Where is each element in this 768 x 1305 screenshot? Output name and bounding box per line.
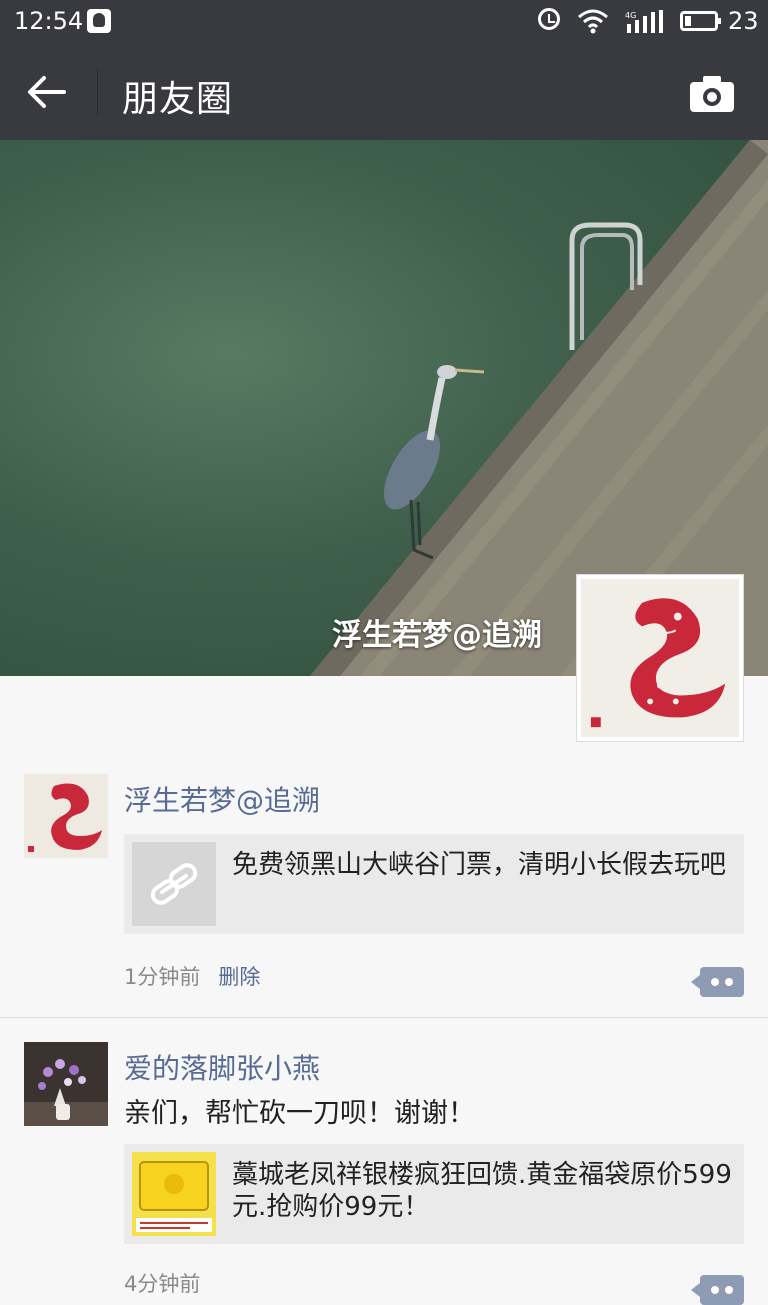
poster-name[interactable]: 浮生若梦@追溯 bbox=[124, 779, 320, 819]
network-type: 4G bbox=[625, 11, 636, 20]
flower-vase-avatar-image bbox=[24, 1042, 108, 1126]
wifi-icon bbox=[578, 9, 608, 34]
poster-avatar[interactable] bbox=[24, 1042, 108, 1126]
paper-cut-snake-image bbox=[581, 579, 739, 737]
poster-name[interactable]: 爱的落脚张小燕 bbox=[124, 1047, 320, 1087]
back-button[interactable] bbox=[22, 72, 72, 112]
my-avatar[interactable] bbox=[576, 574, 744, 742]
signal-icon: 4G bbox=[625, 10, 663, 33]
post-text: 亲们，帮忙砍一刀呗！谢谢！ bbox=[124, 1098, 475, 1129]
shared-link-card[interactable]: 藁城老凤祥银楼疯狂回馈.黄金福袋原价599元.抢购价99元！ bbox=[124, 1144, 744, 1244]
post-time: 1分钟前 bbox=[124, 965, 201, 989]
post-time: 4分钟前 bbox=[124, 1272, 201, 1296]
link-thumbnail bbox=[132, 842, 216, 926]
status-time: 12:54 bbox=[14, 7, 84, 35]
poster-avatar[interactable] bbox=[24, 774, 108, 858]
dot-icon bbox=[725, 1286, 733, 1294]
dot-icon bbox=[711, 1286, 719, 1294]
paper-cut-snake-avatar-image bbox=[24, 774, 108, 858]
dot-icon bbox=[711, 978, 719, 986]
comment-button[interactable] bbox=[691, 967, 744, 997]
cover-user-name: 浮生若梦@追溯 bbox=[332, 618, 542, 653]
post-divider bbox=[0, 1017, 768, 1018]
qq-notification-icon bbox=[87, 9, 111, 33]
page-title: 朋友圈 bbox=[122, 79, 234, 120]
status-bar: 12:54 4G 23 bbox=[0, 0, 768, 44]
camera-button[interactable] bbox=[688, 74, 736, 114]
link-title: 藁城老凤祥银楼疯狂回馈.黄金福袋原价599元.抢购价99元！ bbox=[232, 1160, 732, 1222]
battery-level: 23 bbox=[728, 7, 759, 35]
post-meta: 1分钟前 删除 bbox=[124, 961, 260, 991]
link-thumbnail bbox=[132, 1152, 216, 1236]
link-icon bbox=[150, 863, 198, 905]
shared-link-card[interactable]: 免费领黑山大峡谷门票，清明小长假去玩吧 bbox=[124, 834, 744, 934]
gold-bag-promo-image bbox=[132, 1152, 216, 1236]
title-bar: 朋友圈 bbox=[0, 44, 768, 140]
battery-icon bbox=[680, 11, 721, 31]
title-divider bbox=[97, 68, 98, 116]
alarm-icon bbox=[538, 8, 560, 30]
delete-button[interactable]: 删除 bbox=[218, 965, 260, 989]
link-title: 免费领黑山大峡谷门票，清明小长假去玩吧 bbox=[232, 850, 727, 880]
dot-icon bbox=[725, 978, 733, 986]
